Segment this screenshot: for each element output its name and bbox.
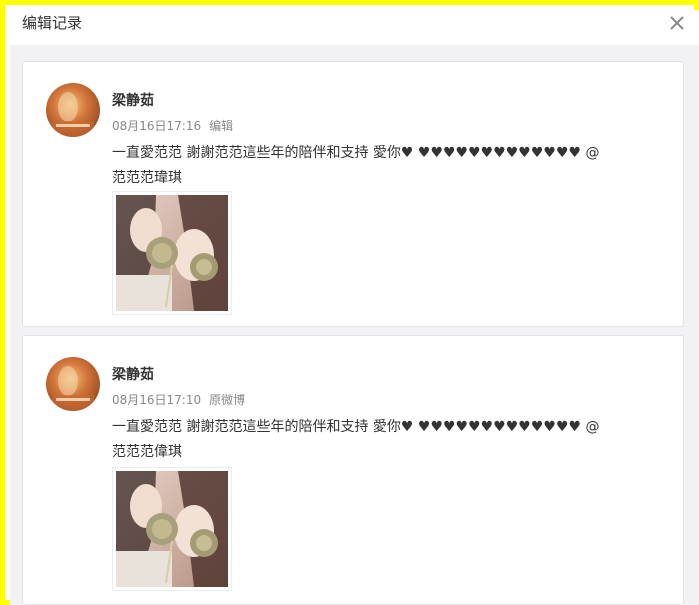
post-photo[interactable] (112, 191, 232, 315)
author-name[interactable]: 梁静茹 (112, 91, 154, 111)
user-avatar[interactable] (46, 357, 100, 411)
post-text: 一直愛范范 謝謝范范這些年的陪伴和支持 愛你♥ ♥♥♥♥♥♥♥♥♥♥♥♥♥ @ … (112, 415, 668, 465)
edit-record-card: 梁静茹 08月16日17:10 原微博 一直愛范范 謝謝范范這些年的陪伴和支持 愛… (22, 335, 684, 605)
post-timestamp: 08月16日17:16 (112, 119, 202, 133)
user-avatar[interactable] (46, 83, 100, 137)
post-text-main: 一直愛范范 謝謝范范這些年的陪伴和支持 愛你♥ ♥♥♥♥♥♥♥♥♥♥♥♥♥ @ (112, 145, 600, 161)
post-meta: 08月16日17:16 编辑 (112, 117, 233, 135)
mention-link[interactable]: 范范范瑋琪 (112, 170, 182, 186)
dialog-titlebar: 编辑记录 (10, 10, 699, 45)
author-name[interactable]: 梁静茹 (112, 365, 154, 385)
dialog-title: 编辑记录 (22, 14, 83, 32)
post-timestamp: 08月16日17:10 (112, 393, 202, 407)
post-photo[interactable] (112, 467, 232, 591)
record-type-label: 编辑 (209, 119, 234, 133)
edit-history-dialog: 编辑记录 梁静茹 08月16日17:16 编辑 一直愛范范 謝謝范范這些年的陪伴… (10, 10, 699, 605)
mention-link[interactable]: 范范范偉琪 (112, 444, 182, 460)
record-type-label: 原微博 (209, 393, 246, 407)
post-text-main: 一直愛范范 謝謝范范這些年的陪伴和支持 愛你♥ ♥♥♥♥♥♥♥♥♥♥♥♥♥ @ (112, 419, 600, 435)
edit-record-card: 梁静茹 08月16日17:16 编辑 一直愛范范 謝謝范范這些年的陪伴和支持 愛你… (22, 61, 684, 327)
highlight-frame: 编辑记录 梁静茹 08月16日17:16 编辑 一直愛范范 謝謝范范這些年的陪伴… (0, 0, 699, 605)
close-icon[interactable] (668, 14, 686, 32)
post-meta: 08月16日17:10 原微博 (112, 391, 245, 409)
post-text: 一直愛范范 謝謝范范這些年的陪伴和支持 愛你♥ ♥♥♥♥♥♥♥♥♥♥♥♥♥ @ … (112, 141, 668, 191)
